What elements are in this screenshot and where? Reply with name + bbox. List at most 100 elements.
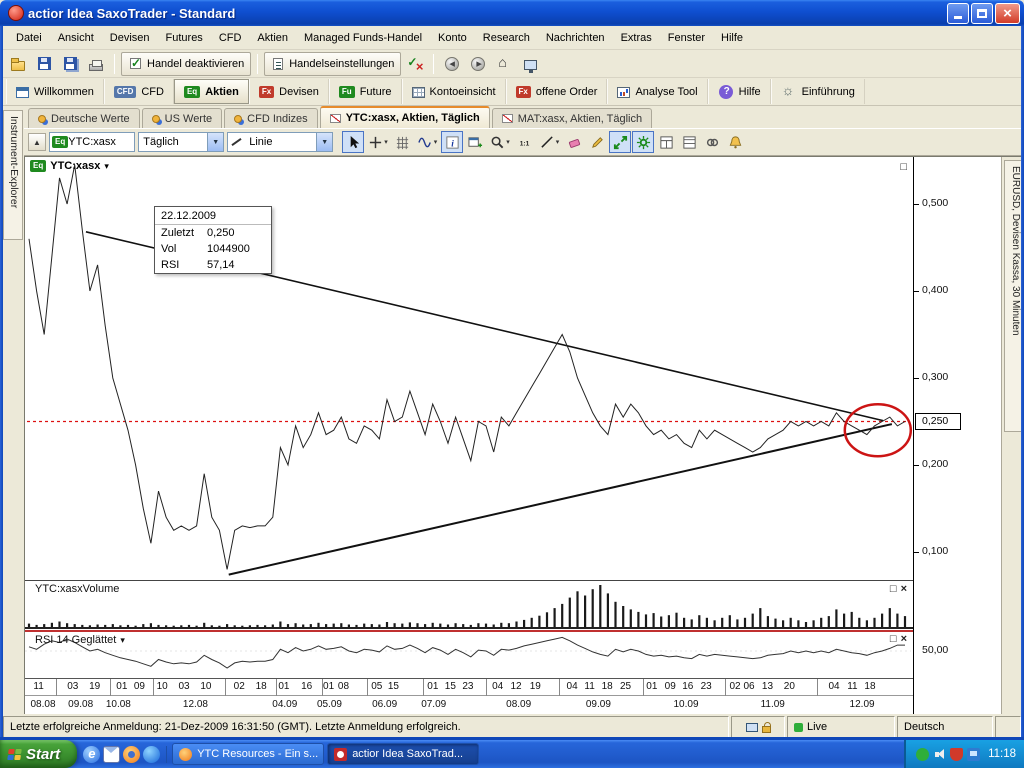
maximize-pane-icon[interactable] bbox=[890, 633, 897, 645]
security-icon[interactable] bbox=[950, 748, 963, 761]
open-folder-button[interactable] bbox=[6, 52, 30, 76]
save-button[interactable] bbox=[32, 52, 56, 76]
internet-explorer-icon[interactable] bbox=[83, 746, 100, 763]
info-tool-button[interactable]: i bbox=[441, 131, 463, 153]
menu-item-konto[interactable]: Konto bbox=[430, 29, 475, 47]
tab-mat-xasx-aktien-taeglich[interactable]: MAT:xasx, Aktien, Täglich bbox=[492, 108, 652, 128]
trendline-tool-button[interactable]: ▾ bbox=[537, 131, 563, 153]
link-charts-tool-button[interactable] bbox=[701, 131, 723, 153]
tab-cfd-indizes[interactable]: CFD Indizes bbox=[224, 108, 318, 128]
x-axis-month-label: 04.09 bbox=[272, 699, 297, 710]
layout-split-tool-button[interactable] bbox=[655, 131, 677, 153]
nav-back-button[interactable] bbox=[440, 52, 464, 76]
taskbar-task-ytc-resources-ein-s[interactable]: YTC Resources - Ein s... bbox=[172, 743, 324, 765]
close-pane-icon[interactable] bbox=[901, 583, 907, 595]
menu-item-aktien[interactable]: Aktien bbox=[249, 29, 296, 47]
grid-tool-button[interactable] bbox=[392, 131, 414, 153]
indicator-tool-button[interactable]: ▾ bbox=[415, 131, 441, 153]
price-axis[interactable]: 0,250 50,00 0,5000,4000,3000,2000,100 bbox=[913, 157, 1001, 715]
menu-item-devisen[interactable]: Devisen bbox=[102, 29, 158, 47]
desktop-button[interactable] bbox=[518, 52, 542, 76]
minimize-button[interactable] bbox=[947, 3, 969, 24]
maximize-button[interactable] bbox=[971, 3, 993, 24]
period-select[interactable]: Täglich bbox=[138, 132, 224, 152]
menu-item-cfd[interactable]: CFD bbox=[211, 29, 250, 47]
rsi-pane-title[interactable]: RSI 14 Geglättet bbox=[35, 634, 125, 646]
print-button[interactable] bbox=[84, 52, 108, 76]
nav-einfuehrung-button[interactable]: Einführung bbox=[771, 79, 865, 104]
menu-item-research[interactable]: Research bbox=[475, 29, 538, 47]
taskbar-clock[interactable]: 11:18 bbox=[988, 748, 1016, 760]
status-message: Letzte erfolgreiche Anmeldung: 21-Dez-20… bbox=[3, 716, 729, 738]
eraser-tool-button[interactable] bbox=[563, 131, 585, 153]
x-axis-day-label: 11 bbox=[847, 681, 857, 692]
maximize-pane-icon[interactable] bbox=[890, 583, 897, 595]
menu-item-futures[interactable]: Futures bbox=[158, 29, 211, 47]
close-pane-icon[interactable] bbox=[901, 633, 907, 645]
menu-item-ansicht[interactable]: Ansicht bbox=[50, 29, 102, 47]
menu-item-datei[interactable]: Datei bbox=[8, 29, 50, 47]
nav-analyse-tool-button[interactable]: Analyse Tool bbox=[607, 79, 707, 104]
symbol-input[interactable] bbox=[68, 134, 134, 150]
style-select[interactable]: Linie bbox=[227, 132, 333, 152]
nav-devisen-button[interactable]: FxDevisen bbox=[249, 79, 329, 104]
x-axis-day-label: 19 bbox=[89, 681, 100, 692]
menu-item-managed-funds-handel[interactable]: Managed Funds-Handel bbox=[296, 29, 430, 47]
volume-chart-svg[interactable] bbox=[25, 581, 913, 629]
save-all-button[interactable] bbox=[58, 52, 82, 76]
chart-region[interactable]: Eq YTC:xasx 22.12.2009 Zuletzt0,250 Vol1… bbox=[25, 157, 913, 715]
auto-scale-tool-button[interactable] bbox=[632, 131, 654, 153]
home-button[interactable] bbox=[492, 52, 516, 76]
nav-forward-button[interactable] bbox=[466, 52, 490, 76]
tab-us-werte[interactable]: US Werte bbox=[142, 108, 222, 128]
nav-cfd-button[interactable]: CFDCFD bbox=[104, 79, 174, 104]
nav-kontoeinsicht-button[interactable]: Kontoeinsicht bbox=[402, 79, 506, 104]
scale-1-1-tool-button[interactable]: 1:1 bbox=[514, 131, 536, 153]
firefox-icon[interactable] bbox=[123, 746, 140, 763]
drawing-tool-button[interactable] bbox=[586, 131, 608, 153]
language-indicator: Deutsch bbox=[897, 716, 993, 738]
network-icon[interactable] bbox=[967, 748, 980, 761]
start-button[interactable]: Start bbox=[0, 740, 77, 768]
alert-tool-button[interactable] bbox=[724, 131, 746, 153]
confirm-cancel-button[interactable] bbox=[403, 52, 427, 76]
nav-future-button[interactable]: FuFuture bbox=[329, 79, 402, 104]
detach-window-tool-button[interactable] bbox=[464, 131, 486, 153]
taskbar-task-actior-idea-saxotrad[interactable]: actior Idea SaxoTrad... bbox=[327, 743, 479, 765]
maximize-pane-icon[interactable] bbox=[900, 161, 907, 173]
menu-item-extras[interactable]: Extras bbox=[613, 29, 660, 47]
rsi-chart-svg[interactable] bbox=[25, 629, 913, 679]
nav-hilfe-button[interactable]: Hilfe bbox=[708, 79, 771, 104]
window-border-left bbox=[0, 26, 3, 740]
volume-icon[interactable] bbox=[933, 748, 946, 761]
trading-disable-button[interactable]: Handel deaktivieren bbox=[121, 52, 251, 76]
scale-1-1-tool-icon: 1:1 bbox=[517, 135, 532, 150]
tab-label: CFD Indizes bbox=[247, 113, 308, 125]
price-tick bbox=[914, 552, 919, 553]
nav-willkommen-button[interactable]: Willkommen bbox=[6, 79, 104, 104]
trade-settings-button[interactable]: Handelseinstellungen bbox=[264, 52, 401, 76]
mail-icon[interactable] bbox=[103, 746, 120, 763]
media-icon[interactable] bbox=[143, 746, 160, 763]
cursor-tool-button[interactable] bbox=[342, 131, 364, 153]
messenger-icon[interactable] bbox=[916, 748, 929, 761]
live-indicator-icon bbox=[794, 723, 803, 732]
x-axis-months: 08.0809.0810.0812.0804.0905.0906.0907.09… bbox=[25, 696, 913, 715]
crosshair-tool-button[interactable]: ▾ bbox=[365, 131, 391, 153]
menu-item-hilfe[interactable]: Hilfe bbox=[713, 29, 751, 47]
zoom-tool-button[interactable]: ▾ bbox=[487, 131, 513, 153]
menu-item-nachrichten[interactable]: Nachrichten bbox=[538, 29, 613, 47]
menu-item-fenster[interactable]: Fenster bbox=[660, 29, 713, 47]
tab-ytc-xasx-aktien-taeglich[interactable]: YTC:xasx, Aktien, Täglich bbox=[320, 106, 490, 128]
nav-offene-order-button[interactable]: Fxoffene Order bbox=[506, 79, 608, 104]
drawing-tool-icon bbox=[590, 135, 605, 150]
fit-chart-tool-button[interactable] bbox=[609, 131, 631, 153]
collapse-panel-button[interactable] bbox=[28, 133, 46, 151]
close-button[interactable] bbox=[995, 3, 1020, 24]
instrument-explorer-tab[interactable]: Instrument-Explorer bbox=[3, 110, 23, 240]
nav-aktien-button[interactable]: EqAktien bbox=[174, 79, 249, 104]
tab-deutsche-werte[interactable]: Deutsche Werte bbox=[28, 108, 140, 128]
chart-legend[interactable]: Eq YTC:xasx bbox=[30, 160, 109, 172]
offene-order-label: offene Order bbox=[536, 86, 598, 98]
layout-rows-tool-button[interactable] bbox=[678, 131, 700, 153]
